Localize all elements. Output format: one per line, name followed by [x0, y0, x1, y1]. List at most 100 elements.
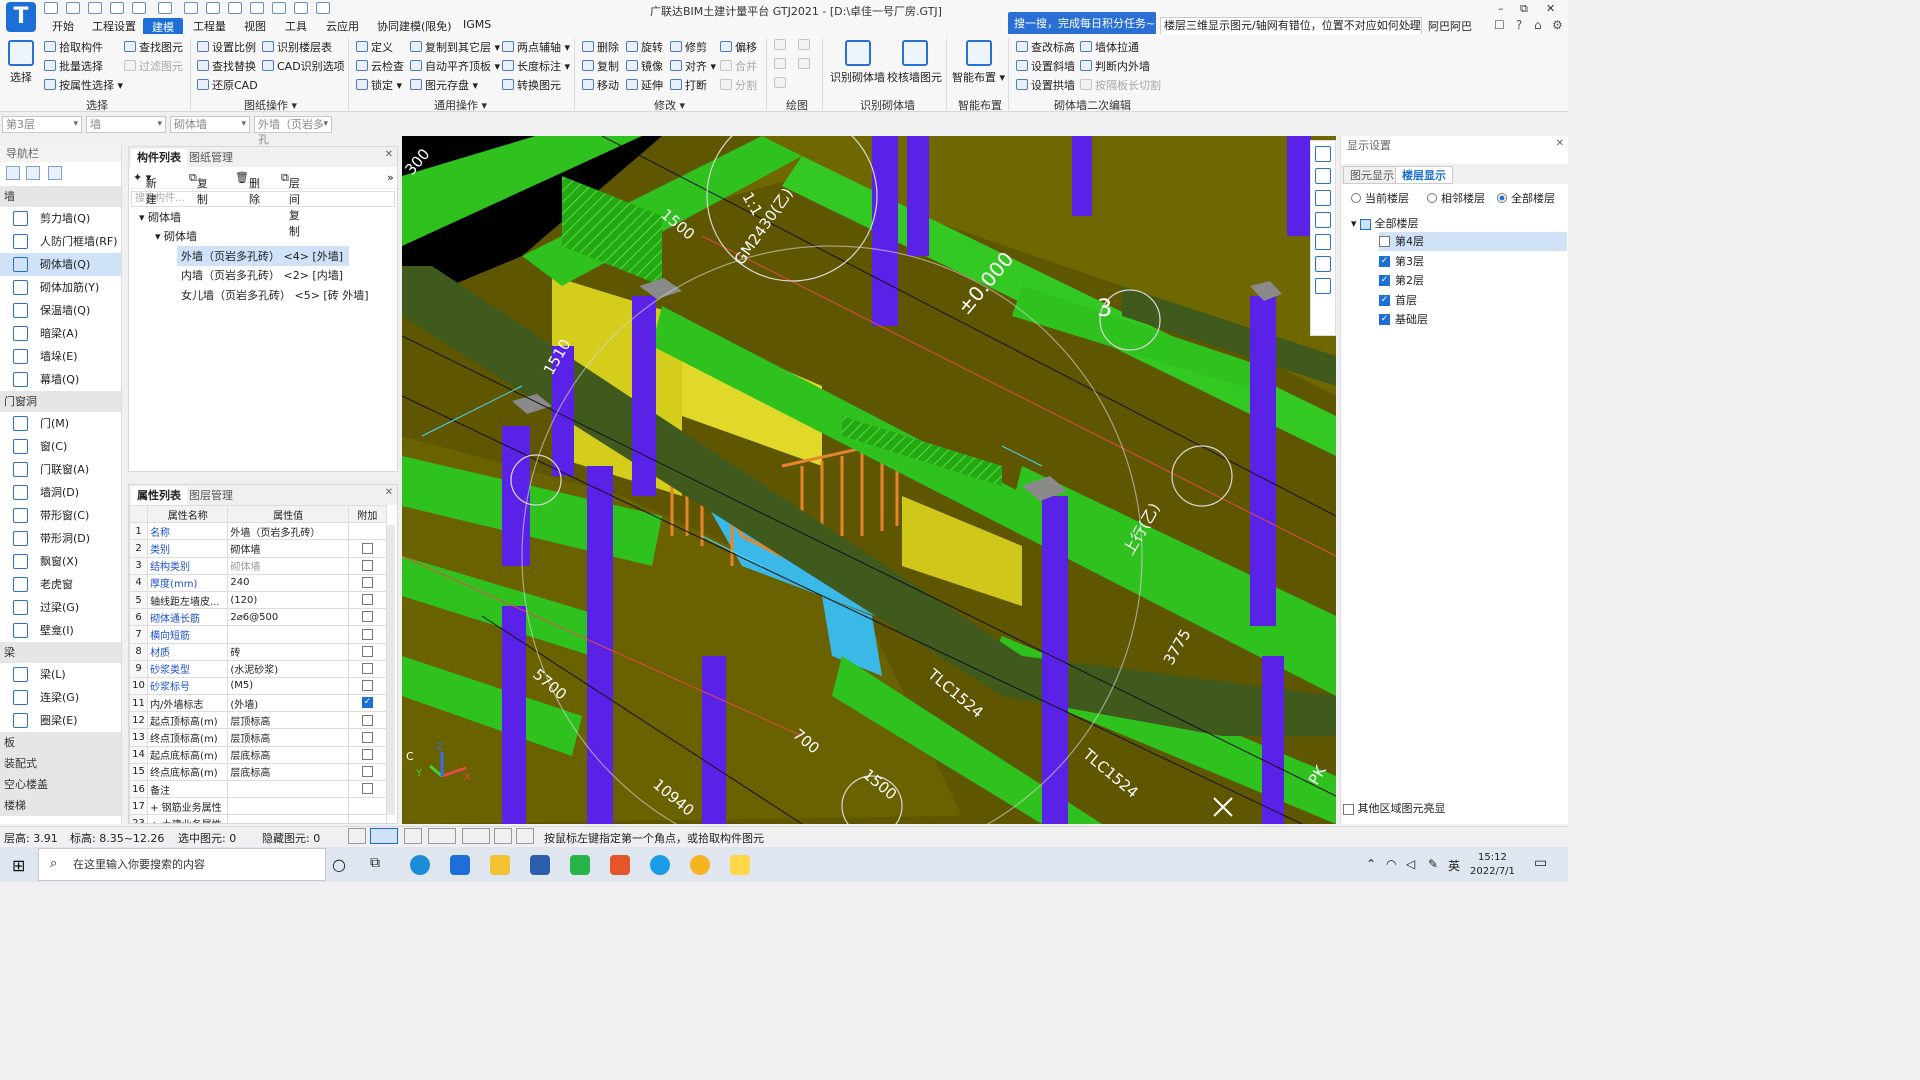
view-dynamic-icon[interactable] — [1315, 212, 1331, 228]
length-dimension-button[interactable]: 长度标注 ▾ — [502, 58, 570, 74]
checkbox-icon[interactable]: ✓ — [1379, 294, 1390, 306]
tree-child[interactable]: ▾ 砌体墙 — [155, 228, 197, 244]
nav-item[interactable]: 窗(C) — [0, 435, 121, 458]
property-value[interactable] — [227, 779, 349, 799]
detail-view-icon[interactable] — [48, 166, 62, 180]
grid-icon[interactable] — [206, 2, 220, 14]
nav-category[interactable]: 楼梯 — [0, 795, 121, 816]
checkbox-icon[interactable] — [361, 748, 373, 760]
network-icon[interactable]: ◠ — [1386, 857, 1396, 871]
property-value[interactable]: 砌体墙 — [227, 539, 349, 558]
tree-item-parapet-wall[interactable]: 女儿墙（页岩多孔砖） <5> [砖 外墙] — [181, 287, 369, 303]
chart-icon[interactable] — [316, 2, 330, 14]
nav-item[interactable]: 墙垛(E) — [0, 345, 121, 368]
property-value[interactable]: 层底标高 — [227, 762, 349, 782]
nav-item[interactable]: 梁(L) — [0, 663, 121, 686]
cad-options-button[interactable]: CAD识别选项 — [262, 58, 345, 74]
property-row[interactable]: 23+ 土建业务属性 — [129, 814, 388, 823]
menu-cloud[interactable]: 云应用 — [326, 18, 359, 34]
checkbox-icon[interactable] — [361, 766, 373, 778]
copy-button[interactable]: ⧉ 复制 — [189, 171, 208, 206]
property-value[interactable]: (外墙) — [227, 694, 349, 713]
cut-by-slab-button[interactable]: 按隔板长切割 — [1080, 77, 1161, 93]
property-value[interactable] — [227, 797, 349, 816]
save-icon[interactable] — [88, 2, 102, 14]
tab-layer-management[interactable]: 图层管理 — [183, 487, 239, 505]
checkbox-icon[interactable]: ✓ — [1379, 275, 1390, 287]
notes-app-icon[interactable] — [730, 855, 750, 875]
list-view-icon[interactable] — [26, 166, 40, 180]
property-row[interactable]: 8 材质砖 — [129, 642, 388, 661]
nav-item[interactable]: 连梁(G) — [0, 686, 121, 709]
close-icon[interactable]: ✕ — [385, 149, 393, 160]
component-search-input[interactable]: 搜索构件... — [131, 191, 395, 207]
checkbox-icon[interactable] — [361, 559, 373, 571]
tab-component-list[interactable]: 构件列表 — [131, 149, 187, 167]
floor-item[interactable]: ✓ 第3层 — [1379, 252, 1567, 271]
box-icon[interactable] — [250, 2, 264, 14]
chat-icon[interactable]: ☐ — [1494, 18, 1505, 32]
property-row[interactable]: 6 砌体通长筋 2⌀6@500 — [129, 608, 388, 627]
property-value[interactable]: 外墙（页岩多孔砖） — [227, 522, 349, 541]
pick-component-button[interactable]: 拾取构件 — [44, 39, 103, 55]
property-row[interactable]: 10 砂浆标号 (M5) — [129, 676, 388, 696]
settings-icon[interactable]: ⚙ — [1552, 18, 1563, 32]
close-icon[interactable]: ✕ — [385, 487, 393, 498]
property-value[interactable]: 砌体墙 — [227, 556, 349, 575]
nav-item[interactable]: 砌体墙(Q) — [0, 253, 121, 276]
all-floors-root[interactable]: ▾ 全部楼层 — [1351, 214, 1419, 234]
windows-start-icon[interactable]: ⊞ — [12, 856, 25, 875]
table-icon[interactable] — [110, 2, 124, 14]
property-row[interactable]: 3 结构类别 砌体墙 — [129, 556, 388, 575]
cloud-check-button[interactable]: 云检查 — [356, 58, 404, 74]
tray-chevron-icon[interactable]: ⌃ — [1366, 857, 1376, 871]
checkbox-icon[interactable] — [1379, 236, 1390, 247]
checkbox-icon[interactable]: ✓ — [361, 697, 373, 709]
nav-item[interactable]: 幕墙(Q) — [0, 368, 121, 391]
menu-view[interactable]: 视图 — [244, 18, 266, 34]
radio-option[interactable]: 当前楼层 — [1351, 190, 1409, 206]
checkbox-icon[interactable] — [361, 680, 373, 692]
floor-item[interactable]: ✓ 首层 — [1379, 291, 1567, 310]
nav-item[interactable]: 带形窗(C) — [0, 504, 121, 527]
coordinate-icon[interactable] — [494, 828, 512, 844]
draw-rect-button[interactable] — [798, 58, 813, 71]
radio-option[interactable]: 全部楼层 — [1497, 190, 1555, 206]
draw-point-button[interactable] — [774, 39, 789, 52]
checkbox-icon[interactable] — [361, 663, 373, 675]
draw-line-button[interactable] — [774, 58, 789, 71]
edge-browser-icon[interactable] — [410, 855, 430, 875]
checkbox-icon[interactable] — [361, 645, 373, 657]
wall-extend-button[interactable]: 墙体拉通 — [1080, 39, 1139, 55]
snap-icon[interactable] — [370, 828, 398, 844]
property-row[interactable]: 1 名称 外墙（页岩多孔砖） — [129, 522, 388, 541]
wechat-icon[interactable] — [570, 855, 590, 875]
orbit-icon[interactable] — [1315, 146, 1331, 162]
close-icon[interactable]: ✕ — [1546, 2, 1555, 15]
dynamic-input-icon[interactable] — [516, 828, 534, 844]
split-button[interactable]: 分割 — [720, 77, 757, 93]
nav-item[interactable]: 带形洞(D) — [0, 527, 121, 550]
help-icon[interactable]: ? — [1516, 18, 1522, 32]
nav-item[interactable]: 老虎窗 — [0, 573, 121, 596]
property-value[interactable]: 层底标高 — [227, 745, 349, 764]
slanted-wall-button[interactable]: 设置斜墙 — [1016, 58, 1075, 74]
offset-button[interactable]: 偏移 — [720, 39, 757, 55]
ortho-icon[interactable] — [348, 828, 366, 844]
shirt-icon[interactable]: ⌂ — [1534, 18, 1542, 32]
mirror-button[interactable]: 镜像 — [626, 58, 663, 74]
move-button[interactable]: 移动 — [582, 77, 619, 93]
nav-item[interactable]: 保温墙(Q) — [0, 299, 121, 322]
property-row[interactable]: 4 厚度(mm) 240 — [129, 573, 388, 592]
restore-cad-button[interactable]: 还原CAD — [197, 77, 258, 93]
property-value[interactable]: 2⌀6@500 — [227, 608, 349, 627]
angle-icon[interactable] — [428, 828, 456, 844]
nav-item[interactable]: 壁龛(I) — [0, 619, 121, 642]
checkbox-icon[interactable] — [361, 542, 373, 554]
property-value[interactable]: 层顶标高 — [227, 711, 349, 730]
undo-icon[interactable] — [132, 2, 146, 14]
batch-select-button[interactable]: 批量选择 — [44, 58, 103, 74]
floor-item[interactable]: ✓ 基础层 — [1379, 310, 1567, 329]
grid-view-icon[interactable] — [228, 2, 242, 14]
property-row[interactable]: 2 类别 砌体墙 — [129, 539, 388, 558]
